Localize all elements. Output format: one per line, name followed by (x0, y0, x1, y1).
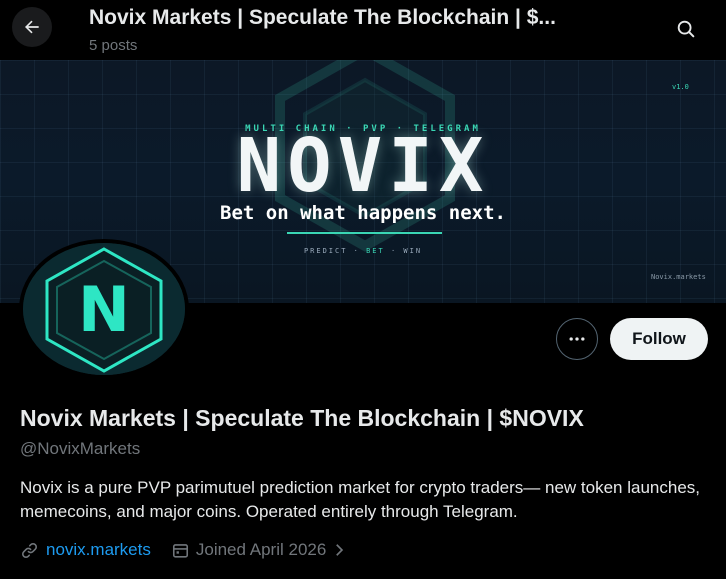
banner-tagline: Bet on what happens next. (220, 202, 506, 224)
user-handle: @NovixMarkets (20, 439, 141, 458)
chevron-right-icon[interactable] (330, 541, 348, 559)
post-count: 5 posts (89, 37, 138, 54)
avatar-logo: N (23, 243, 185, 375)
more-horizontal-icon (569, 337, 585, 341)
banner-version: v1.0 (672, 83, 689, 91)
banner-url: Novix.markets (651, 273, 706, 281)
join-date: Joined April 2026 (195, 540, 327, 559)
avatar-image: N (23, 243, 185, 375)
search-icon (677, 20, 695, 38)
follow-button[interactable]: Follow (610, 318, 708, 360)
calendar-icon (172, 543, 188, 558)
header-title: Novix Markets | Speculate The Blockchain… (89, 6, 556, 29)
back-button[interactable] (12, 7, 52, 47)
profile-meta: novix.markets Joined April 2026 (20, 540, 348, 560)
display-name: Novix Markets | Speculate The Blockchain… (20, 405, 584, 431)
website-link[interactable]: novix.markets (46, 540, 151, 560)
avatar-letter: N (78, 273, 130, 346)
search-button[interactable] (666, 9, 706, 49)
avatar[interactable]: N (19, 239, 189, 379)
banner-underline (287, 232, 442, 234)
banner-headline: NOVIX (236, 123, 490, 209)
banner-footer-predict: PREDICT · (303, 247, 367, 255)
profile-header: Novix Markets | Speculate The Blockchain… (0, 0, 726, 60)
arrow-left-icon (25, 20, 39, 34)
link-icon (22, 542, 37, 558)
banner-footer-bet: BET (366, 247, 385, 255)
profile-bio: Novix is a pure PVP parimutuel predictio… (20, 478, 700, 521)
banner-footer-win: · WIN (384, 247, 423, 255)
more-options-button[interactable] (556, 318, 598, 360)
